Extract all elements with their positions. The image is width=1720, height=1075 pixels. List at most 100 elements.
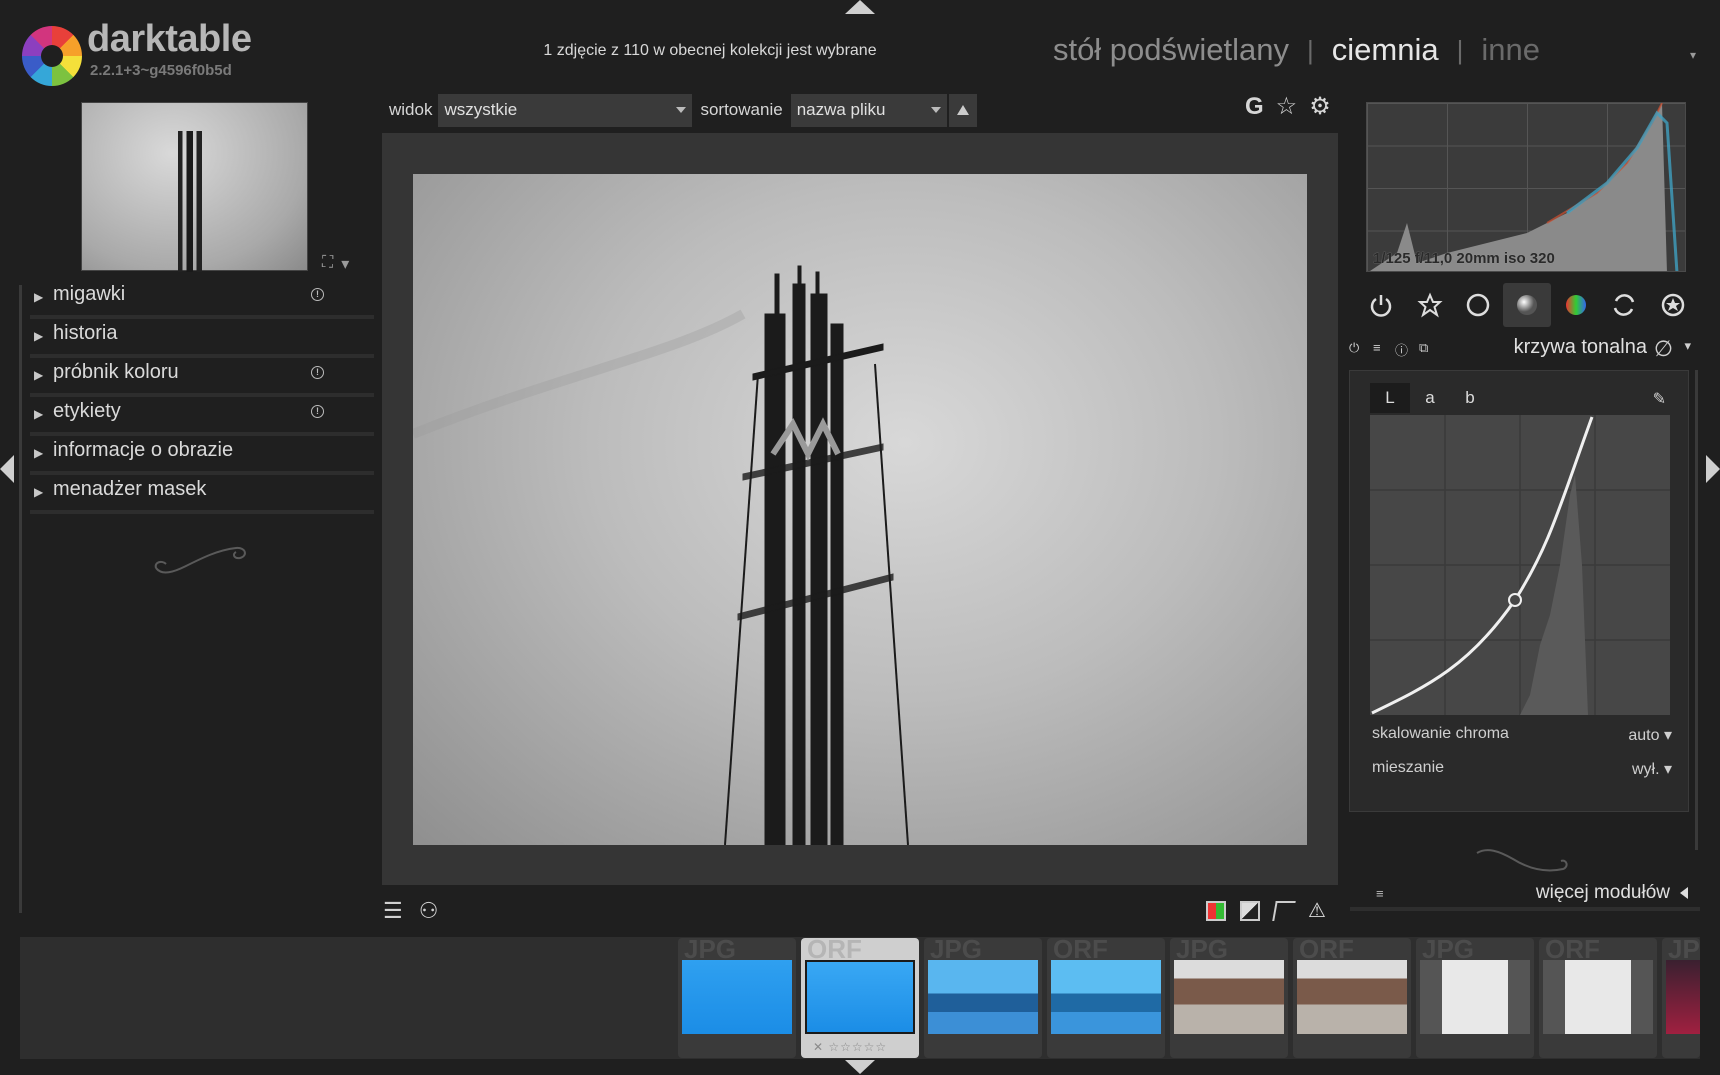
module-menu-icon[interactable]: ▾ <box>1684 338 1691 354</box>
tone-group-icon[interactable] <box>1502 283 1551 327</box>
gamut-warning-icon[interactable]: ⚠ <box>1308 898 1326 923</box>
filmstrip-thumb[interactable]: JPG <box>924 938 1042 1058</box>
selection-status: 1 zdjęcie z 110 w obecnej kolekcji jest … <box>543 42 877 59</box>
collection-filter-bar: widok wszystkie sortowanie nazwa pliku <box>389 93 977 127</box>
blend-value[interactable]: wył. ▾ <box>1632 759 1672 779</box>
toggle-right-panel-arrow[interactable] <box>1706 455 1720 483</box>
navigation-thumbnail[interactable] <box>81 102 308 272</box>
hamburger-icon[interactable]: ≡ <box>1376 886 1384 901</box>
chroma-scaling-row[interactable]: skalowanie chroma auto ▾ <box>1372 725 1672 745</box>
toggle-top-panel-arrow[interactable] <box>845 0 875 14</box>
sort-direction-button[interactable] <box>948 93 977 127</box>
color-picker-icon[interactable]: ✎ <box>1653 389 1666 409</box>
filmstrip-thumb-selected[interactable]: ORF ✕ ☆☆☆☆☆ <box>801 938 919 1058</box>
active-modules-group-icon[interactable] <box>1357 283 1405 327</box>
star-rating[interactable]: ✕ ☆☆☆☆☆ <box>813 1040 887 1054</box>
divider <box>1350 907 1700 911</box>
blend-row[interactable]: mieszanie wył. ▾ <box>1372 759 1672 779</box>
filmstrip-thumb[interactable]: JPG <box>1662 938 1700 1058</box>
module-history[interactable]: ▶ historia <box>30 319 374 358</box>
tab-l[interactable]: L <box>1370 383 1410 413</box>
expand-icon: ▶ <box>34 407 44 421</box>
filmstrip-thumb[interactable]: JPG <box>678 938 796 1058</box>
dropdown-icon <box>676 106 687 113</box>
filmstrip-thumb[interactable]: ORF <box>1047 938 1165 1058</box>
reset-icon[interactable]: ∅ <box>1654 336 1673 362</box>
view-filter-label: widok <box>389 100 433 119</box>
bottom-toolbar-left: ☰ ⚇ <box>383 898 438 924</box>
right-panel-scrollbar[interactable] <box>1695 370 1698 850</box>
module-mask-manager[interactable]: ▶ menadżer masek <box>30 475 374 514</box>
top-toolbar-icons: G ☆ ⚙ <box>1245 92 1331 121</box>
color-assessment-icon[interactable] <box>1206 900 1226 921</box>
filmstrip-thumb[interactable]: ORF <box>1539 938 1657 1058</box>
expand-icon: ▶ <box>34 485 44 499</box>
correction-group-icon[interactable] <box>1600 283 1648 327</box>
filmstrip-thumb[interactable]: JPG <box>1416 938 1534 1058</box>
view-filter-select[interactable]: wszystkie <box>438 93 693 127</box>
basic-group-icon[interactable] <box>1454 283 1502 327</box>
info-icon[interactable]: ! <box>311 288 324 301</box>
star-icon[interactable]: ☆ <box>1276 92 1298 121</box>
module-label: migawki <box>53 283 126 305</box>
filmstrip-thumb[interactable]: JPG <box>1170 938 1288 1058</box>
module-snapshots[interactable]: ▶ migawki! <box>30 280 374 319</box>
histogram[interactable]: 1/125 f/11,0 20mm iso 320 <box>1366 102 1686 272</box>
module-title[interactable]: krzywa tonalna <box>1514 336 1647 359</box>
module-image-info[interactable]: ▶ informacje o obrazie <box>30 436 374 475</box>
module-header: ⏻ ≡ ⓘ ⧉ krzywa tonalna ∅ ▾ <box>1349 336 1693 362</box>
left-panel-scrollbar[interactable] <box>19 285 22 913</box>
tone-curve-graph[interactable] <box>1370 415 1670 715</box>
panel-end-swirl-icon <box>1476 849 1568 872</box>
filmstrip-thumb[interactable]: ORF <box>1293 938 1411 1058</box>
module-color-picker[interactable]: ▶ próbnik koloru! <box>30 358 374 397</box>
sort-label: sortowanie <box>700 100 783 119</box>
quick-access-menu-icon[interactable]: ☰ <box>383 898 403 924</box>
toggle-left-panel-arrow[interactable] <box>0 455 14 483</box>
chevron-down-icon[interactable]: ▾ <box>341 254 349 274</box>
raw-overexposed-icon[interactable] <box>1240 900 1260 921</box>
toggle-filmstrip-arrow[interactable] <box>845 1060 875 1074</box>
panel-end-swirl-icon <box>154 546 246 574</box>
gear-icon[interactable]: ⚙ <box>1309 92 1331 121</box>
favorites-group-icon[interactable] <box>1406 283 1454 327</box>
view-lighttable[interactable]: stół podświetlany <box>1053 32 1289 68</box>
module-tags[interactable]: ▶ etykiety! <box>30 397 374 436</box>
exif-summary: 1/125 f/11,0 20mm iso 320 <box>1373 250 1555 267</box>
expand-icon: ▶ <box>34 446 44 460</box>
module-label: etykiety <box>53 400 121 422</box>
module-power-icon[interactable]: ⏻ <box>1349 340 1359 356</box>
left-module-list: ▶ migawki! ▶ historia ▶ próbnik koloru! ▶ et… <box>30 280 374 514</box>
navigation-zoom-controls[interactable]: ⛶ ▾ <box>322 254 349 274</box>
effects-group-icon[interactable] <box>1649 283 1697 327</box>
info-icon[interactable]: ! <box>311 405 324 418</box>
fullscreen-icon[interactable]: ⛶ <box>322 254 333 274</box>
module-presets-icon[interactable]: ≡ <box>1373 340 1381 355</box>
view-darkroom[interactable]: ciemnia <box>1332 32 1439 68</box>
chroma-scaling-label: skalowanie chroma <box>1372 725 1509 742</box>
more-modules-label: więcej modułów <box>1535 882 1670 903</box>
view-other[interactable]: inne <box>1481 32 1540 68</box>
module-info-icon[interactable]: ⓘ <box>1395 340 1408 359</box>
header-menu-icon[interactable]: ▾ <box>1690 48 1696 62</box>
tab-b[interactable]: b <box>1450 383 1490 413</box>
sort-select[interactable]: nazwa pliku <box>790 93 947 127</box>
app-version: 2.2.1+3~g4596f0b5d <box>90 62 232 79</box>
info-icon[interactable]: ! <box>311 366 324 379</box>
module-multi-instance-icon[interactable]: ⧉ <box>1419 340 1428 356</box>
module-label: informacje o obrazie <box>53 439 234 461</box>
chroma-scaling-value[interactable]: auto ▾ <box>1628 725 1672 745</box>
module-label: menadżer masek <box>53 478 207 500</box>
blend-label: mieszanie <box>1372 759 1445 776</box>
main-photo[interactable] <box>413 174 1307 845</box>
expand-icon: ▶ <box>34 368 44 382</box>
styles-icon[interactable]: ⚇ <box>419 898 439 924</box>
view-separator: | <box>1307 34 1314 65</box>
sort-value: nazwa pliku <box>796 100 886 119</box>
softproof-icon[interactable] <box>1272 900 1296 921</box>
tab-a[interactable]: a <box>1410 383 1450 413</box>
channel-tabs: L a b <box>1370 383 1490 413</box>
color-group-icon[interactable] <box>1552 283 1600 327</box>
expand-left-icon <box>1680 887 1688 899</box>
grouping-icon[interactable]: G <box>1245 93 1264 121</box>
